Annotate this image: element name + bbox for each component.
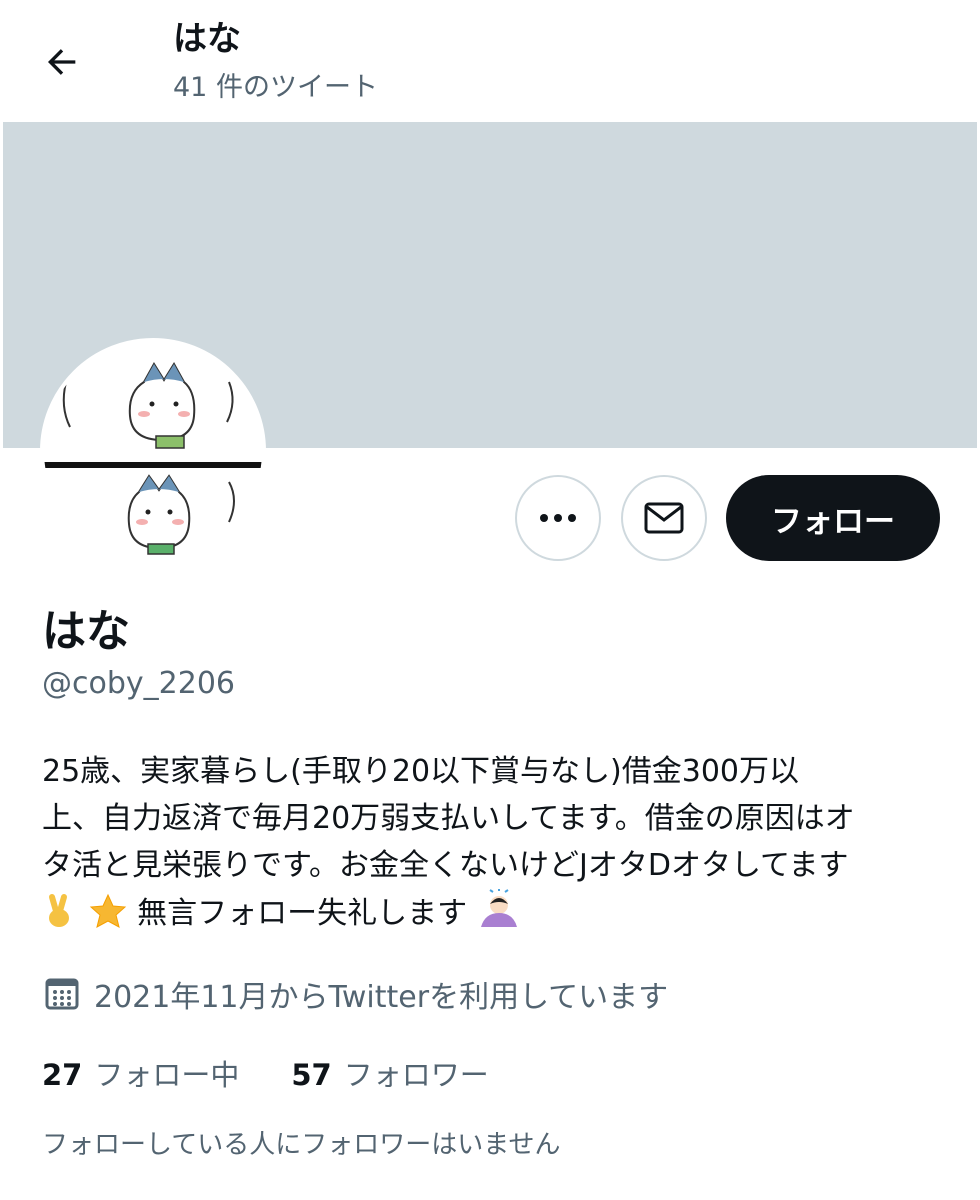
profile-handle: @coby_2206 [42,666,235,701]
followers-count: 57 [291,1058,332,1092]
back-button[interactable] [38,38,86,86]
followers-stat[interactable]: 57 フォロワー [291,1052,488,1094]
bio-line: 上、自力返済で毎月20万弱支払いしてます。借金の原因はオ [42,801,855,836]
more-button[interactable] [515,475,601,561]
victory-hand-emoji [49,894,69,927]
profile-bio: 25歳、実家暮らし(手取り20以下賞与なし)借金300万以 上、自力返済で毎月2… [42,748,952,937]
bio-text: 無言フォロー失礼します [137,896,468,931]
envelope-icon [644,502,684,534]
arrow-left-icon [48,49,76,75]
bio-line: 25歳、実家暮らし(手取り20以下賞与なし)借金300万以 [42,754,800,789]
following-stat[interactable]: 27 フォロー中 [42,1052,239,1094]
followers-label: フォロワー [343,1058,489,1092]
glowing-star-emoji [89,893,126,928]
followers-you-know-note: フォローしている人にフォロワーはいません [42,1130,561,1160]
message-button[interactable] [621,475,707,561]
top-header: はな 41 件のツイート [0,0,980,122]
bio-line: タ活と見栄張りです。お金全くないけどJオタDオタしてます [42,848,849,883]
calendar-icon [45,978,79,1010]
header-title: はな [173,19,241,59]
following-count: 27 [42,1058,83,1092]
avatar-illustration [44,342,262,560]
bio-line-last: 無言フォロー失礼します [42,889,952,937]
follow-stats: 27 フォロー中 57 フォロワー [42,1052,489,1094]
joined-date: 2021年11月からTwitterを利用しています [44,972,668,1016]
more-dots-icon [540,514,576,522]
joined-text: 2021年11月からTwitterを利用しています [94,980,669,1015]
profile-name: はな [42,606,130,657]
following-label: フォロー中 [94,1058,240,1092]
profile-page: はな 41 件のツイート フォロー はな @coby_2206 25歳、実家暮ら… [0,0,980,1200]
bowing-person-emoji [480,889,517,927]
follow-button[interactable]: フォロー [726,475,940,561]
tweet-count: 41 件のツイート [173,72,378,103]
avatar[interactable] [40,338,266,564]
